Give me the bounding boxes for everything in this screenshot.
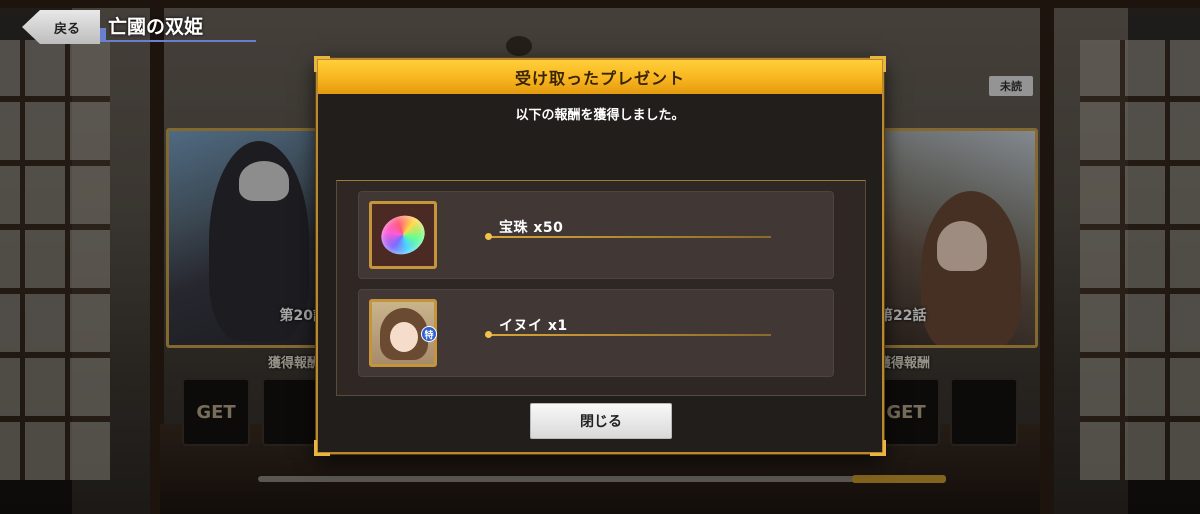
close-button[interactable]: 閉じる	[530, 403, 672, 439]
item-bullet	[485, 331, 492, 338]
dialog-title: 受け取ったプレゼント	[318, 60, 882, 94]
reward-item-row: 特 イヌイ x1	[358, 289, 834, 377]
frame-corner-icon	[314, 440, 330, 456]
portrait-face	[390, 322, 418, 352]
reward-item-name: 宝珠 x50	[499, 220, 564, 236]
frame-corner-icon	[870, 56, 886, 72]
present-received-dialog: 受け取ったプレゼント 以下の報酬を獲得しました。 宝珠 x50 特 イヌイ x1…	[314, 56, 886, 456]
item-underline	[487, 236, 771, 238]
item-bullet	[485, 233, 492, 240]
gem-shape	[375, 209, 431, 261]
frame-corner-icon	[314, 56, 330, 72]
dialog-message: 以下の報酬を獲得しました。	[515, 108, 685, 123]
reward-item-name: イヌイ x1	[499, 318, 568, 334]
frame-corner-icon	[870, 440, 886, 456]
special-badge-icon: 特	[421, 326, 437, 342]
story-title: 亡國の双姫	[106, 12, 256, 42]
item-underline	[487, 334, 771, 336]
rainbow-gem-icon	[369, 201, 437, 269]
reward-item-row: 宝珠 x50	[358, 191, 834, 279]
